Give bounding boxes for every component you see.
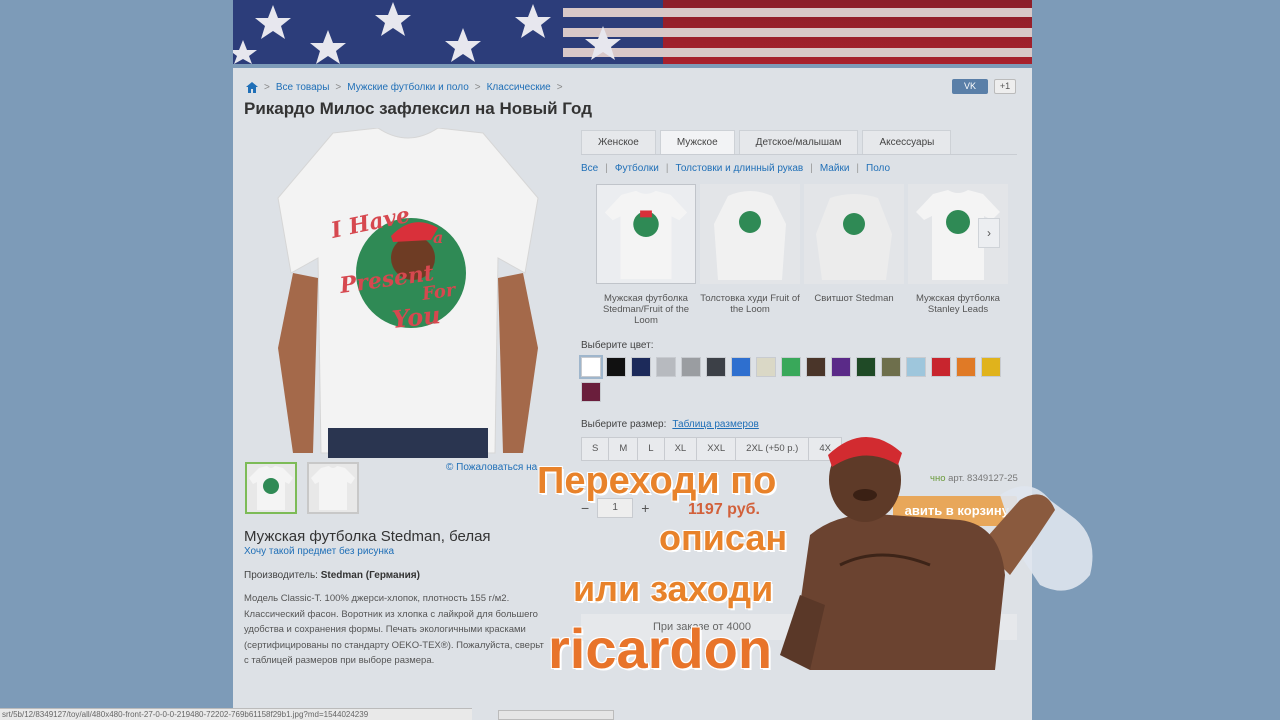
- carousel-next-arrow-icon[interactable]: ›: [978, 218, 1000, 248]
- carousel-label: Свитшот Stedman: [814, 293, 894, 304]
- product-carousel: Мужская футболка Stedman/Fruit of the Lo…: [596, 184, 1008, 326]
- color-swatch[interactable]: [806, 357, 826, 377]
- complain-link[interactable]: © Пожаловаться на: [446, 462, 537, 473]
- color-swatch[interactable]: [906, 357, 926, 377]
- carousel-label: Толстовка худи Fruit of the Loom: [700, 293, 800, 315]
- carousel-item[interactable]: Мужская футболка Stedman/Fruit of the Lo…: [596, 184, 696, 326]
- manufacturer-label: Производитель:: [244, 570, 318, 581]
- overlay-caption-line2: описан: [659, 517, 788, 558]
- dancer-overlay-image: [780, 436, 1093, 670]
- subnav-separator: |: [810, 163, 813, 174]
- carousel-item[interactable]: Толстовка худи Fruit of the Loom: [700, 184, 800, 326]
- carousel-item[interactable]: Мужская футболка Stanley Leads: [908, 184, 1008, 326]
- subnav-all[interactable]: Все: [581, 163, 598, 174]
- size-option[interactable]: M: [608, 437, 639, 461]
- color-swatch[interactable]: [581, 382, 601, 402]
- tab-divider: [581, 154, 1017, 155]
- subnav-tanks[interactable]: Майки: [820, 163, 850, 174]
- subnav-separator: |: [665, 163, 669, 174]
- carousel-image: [700, 184, 800, 284]
- tab-kids[interactable]: Детское/малышам: [738, 130, 859, 154]
- color-swatches: [579, 355, 1001, 402]
- color-swatch[interactable]: [579, 355, 603, 379]
- size-label: Выберите размер: Таблица размеров: [581, 419, 759, 430]
- breadcrumb-separator: >: [264, 82, 270, 93]
- page-title: Рикардо Милос зафлексил на Новый Год: [244, 99, 593, 118]
- breadcrumb-all-products[interactable]: Все товары: [276, 82, 330, 93]
- thumbnail-front[interactable]: [245, 462, 297, 514]
- color-label: Выберите цвет:: [581, 340, 654, 351]
- image-thumbnails: [245, 462, 359, 514]
- carousel-item[interactable]: Свитшот Stedman: [804, 184, 904, 326]
- overlay-caption-line3: или заходи: [573, 568, 774, 609]
- color-swatch[interactable]: [631, 357, 651, 377]
- flag-banner: [233, 0, 1032, 64]
- breadcrumb-mens-tshirts[interactable]: Мужские футболки и поло: [347, 82, 469, 93]
- breadcrumb-classic[interactable]: Классические: [487, 82, 551, 93]
- color-swatch[interactable]: [856, 357, 876, 377]
- thumbnail-back[interactable]: [307, 462, 359, 514]
- color-swatch[interactable]: [681, 357, 701, 377]
- breadcrumb-separator: >: [474, 82, 481, 93]
- color-swatch[interactable]: [731, 357, 751, 377]
- color-swatch[interactable]: [706, 357, 726, 377]
- tab-accessories[interactable]: Аксессуары: [862, 130, 952, 154]
- color-swatch[interactable]: [656, 357, 676, 377]
- carousel-image: [596, 184, 696, 284]
- product-name: Мужская футболка Stedman, белая: [244, 528, 491, 545]
- breadcrumb-separator: >: [556, 82, 563, 93]
- carousel-image: [804, 184, 904, 284]
- share-buttons: VK +1: [952, 79, 1016, 94]
- subnav-hoodies[interactable]: Толстовки и длинный рукав: [676, 163, 804, 174]
- carousel-label: Мужская футболка Stedman/Fruit of the Lo…: [602, 293, 690, 326]
- size-option[interactable]: XL: [663, 437, 698, 461]
- color-swatch[interactable]: [981, 357, 1001, 377]
- carousel-label: Мужская футболка Stanley Leads: [916, 293, 1000, 315]
- size-label-text: Выберите размер:: [581, 419, 667, 430]
- color-swatch[interactable]: [831, 357, 851, 377]
- stars-decoration: [233, 2, 621, 64]
- browser-status-bar: srt/5b/12/8349127/toy/all/480x480-front-…: [0, 708, 472, 720]
- breadcrumb-separator: >: [335, 82, 342, 93]
- subnav-separator: |: [856, 163, 860, 174]
- without-print-link[interactable]: Хочу такой предмет без рисунка: [244, 546, 394, 557]
- size-table-link[interactable]: Таблица размеров: [672, 419, 758, 430]
- overlay-caption-line4: ricardon: [548, 617, 773, 680]
- product-main-image[interactable]: I Have a Present For You: [263, 128, 553, 458]
- manufacturer-value: Stedman (Германия): [320, 570, 420, 581]
- breadcrumb: > Все товары > Мужские футболки и поло >…: [246, 82, 563, 93]
- print-text-a: a: [433, 228, 443, 247]
- print-text-you: You: [391, 300, 442, 334]
- color-swatch[interactable]: [881, 357, 901, 377]
- subnav-separator: |: [605, 163, 608, 174]
- subnav-polo[interactable]: Поло: [866, 163, 890, 174]
- home-icon[interactable]: [246, 82, 258, 93]
- vk-share-button[interactable]: VK: [952, 79, 988, 94]
- overlay-caption-line1: Переходи по: [537, 460, 777, 502]
- tab-men[interactable]: Мужское: [659, 130, 735, 154]
- size-option[interactable]: S: [581, 437, 610, 461]
- color-swatch[interactable]: [931, 357, 951, 377]
- category-tabs: Женское Мужское Детское/малышам Аксессуа…: [581, 130, 952, 154]
- tab-women[interactable]: Женское: [581, 130, 656, 154]
- product-description: Модель Classic-T. 100% джерси-хлопок, пл…: [244, 593, 544, 666]
- color-swatch[interactable]: [956, 357, 976, 377]
- plusone-button[interactable]: +1: [994, 79, 1016, 94]
- color-swatch[interactable]: [756, 357, 776, 377]
- size-option[interactable]: XXL: [696, 437, 737, 461]
- color-swatch[interactable]: [606, 357, 626, 377]
- subnav-tshirts[interactable]: Футболки: [615, 163, 659, 174]
- size-option[interactable]: L: [637, 437, 665, 461]
- subcategory-nav: Все | Футболки | Толстовки и длинный рукав…: [581, 163, 890, 174]
- manufacturer: Производитель: Stedman (Германия): [244, 570, 420, 581]
- color-swatch[interactable]: [781, 357, 801, 377]
- bottom-button[interactable]: [498, 710, 614, 720]
